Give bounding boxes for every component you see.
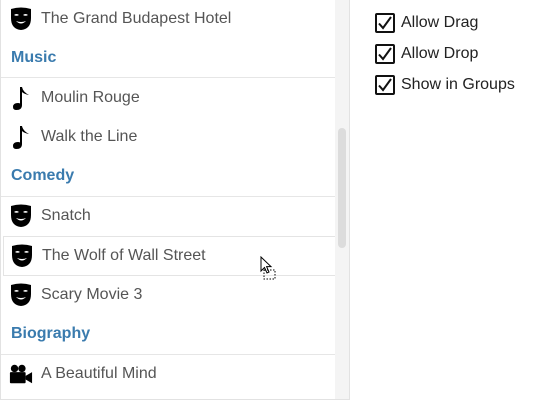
list-item-label: The Wolf of Wall Street <box>42 246 206 264</box>
list-item[interactable]: Moulin Rouge <box>1 78 337 118</box>
list-item-label: Scary Movie 3 <box>41 286 143 304</box>
checkbox-label[interactable]: Allow Drop <box>401 45 478 63</box>
checkbox[interactable] <box>375 12 395 33</box>
video-camera-icon <box>9 362 33 386</box>
vertical-scrollbar[interactable] <box>335 0 349 399</box>
group-header-comedy: Comedy <box>1 157 337 197</box>
drama-mask-icon <box>9 7 33 31</box>
drag-cursor-icon <box>260 255 278 287</box>
checkbox-label[interactable]: Allow Drag <box>401 14 478 32</box>
list-item-label: Moulin Rouge <box>41 88 140 106</box>
list-item[interactable]: Walk the Line <box>1 118 337 158</box>
checkmark-icon <box>378 46 392 61</box>
music-note-icon <box>9 86 33 110</box>
drama-mask-icon <box>10 244 34 268</box>
music-note-icon <box>9 125 33 150</box>
option-show-in-groups[interactable]: Show in Groups <box>375 69 515 100</box>
options-panel: Allow Drag Allow Drop Show in Groups <box>375 7 515 100</box>
movie-listbox[interactable]: The Grand Budapest Hotel Music Moulin Roug… <box>0 0 350 400</box>
checkbox[interactable] <box>375 43 395 64</box>
list-item-label: The Grand Budapest Hotel <box>41 9 232 27</box>
drama-mask-icon <box>9 204 33 228</box>
list-item-label: Snatch <box>41 207 91 225</box>
checkmark-icon <box>378 15 392 30</box>
list-item[interactable]: The Wolf of Wall Street <box>3 236 337 276</box>
list-item[interactable]: Snatch <box>1 197 337 237</box>
option-allow-drag[interactable]: Allow Drag <box>375 7 515 38</box>
option-allow-drop[interactable]: Allow Drop <box>375 38 515 69</box>
group-header-music: Music <box>1 39 337 78</box>
list-item[interactable]: Scary Movie 3 <box>1 276 337 316</box>
checkbox-label[interactable]: Show in Groups <box>401 76 515 94</box>
list-item[interactable]: The Grand Budapest Hotel <box>1 0 337 39</box>
scrollbar-thumb[interactable] <box>338 128 346 248</box>
drama-mask-icon <box>9 283 33 307</box>
checkmark-icon <box>378 77 392 92</box>
checkbox[interactable] <box>375 74 395 95</box>
list-item-label: Walk the Line <box>41 128 138 146</box>
movie-list: The Grand Budapest Hotel Music Moulin Roug… <box>1 0 337 394</box>
group-header-biography: Biography <box>1 315 337 355</box>
list-item-label: A Beautiful Mind <box>41 365 157 383</box>
list-item[interactable]: A Beautiful Mind <box>1 355 337 395</box>
